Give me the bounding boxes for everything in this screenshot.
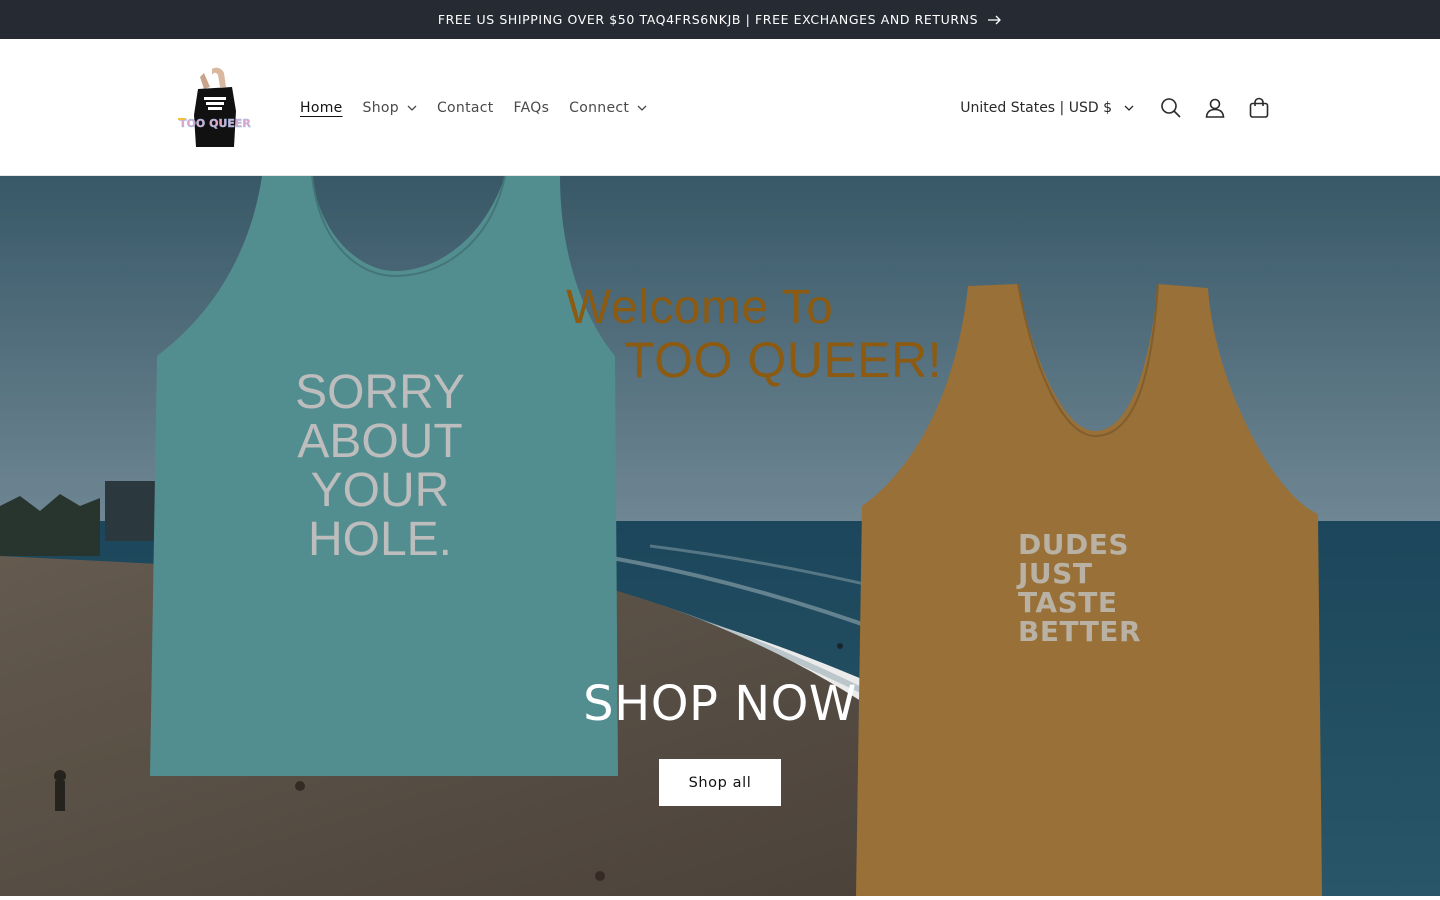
site-header: TOO QUEER Home Shop Contact FAQs Connect… <box>0 39 1440 176</box>
tank-left-line: YOUR <box>310 464 450 517</box>
nav-shop-label: Shop <box>362 99 399 116</box>
logo[interactable]: TOO QUEER <box>176 67 254 149</box>
nav-connect[interactable]: Connect <box>559 100 657 116</box>
logo-text: TOO QUEER <box>179 117 251 130</box>
search-icon <box>1161 97 1181 118</box>
welcome-line-1: Welcome To <box>566 281 834 334</box>
arrow-right-icon <box>988 15 1002 24</box>
account-button[interactable] <box>1202 95 1228 121</box>
chevron-down-icon <box>407 105 417 111</box>
nav-connect-label: Connect <box>569 99 630 116</box>
account-icon <box>1205 98 1225 118</box>
tank-left-line: SORRY <box>295 366 465 419</box>
tank-right-line: BETTER <box>1018 615 1141 648</box>
header-actions: United States | USD $ <box>960 39 1272 176</box>
announcement-text: FREE US SHIPPING OVER $50 TAQ4FRS6NKJB |… <box>437 12 979 27</box>
chevron-down-icon <box>1124 105 1134 111</box>
tank-left-line: HOLE. <box>307 513 453 566</box>
logo-image: TOO QUEER <box>178 67 252 147</box>
nav-contact[interactable]: Contact <box>427 100 504 116</box>
tank-right-line: TASTE <box>1018 586 1118 619</box>
shop-all-button[interactable]: Shop all <box>659 759 781 806</box>
cart-icon <box>1249 97 1269 118</box>
tank-right-line: JUST <box>1018 557 1093 590</box>
hero-banner: Welcome To TOO QUEER! SORRY ABOUT YOUR H… <box>0 176 1440 896</box>
search-button[interactable] <box>1158 95 1184 121</box>
announcement-bar[interactable]: FREE US SHIPPING OVER $50 TAQ4FRS6NKJB |… <box>0 0 1440 39</box>
nav-shop[interactable]: Shop <box>353 100 427 116</box>
nav-faqs[interactable]: FAQs <box>504 100 560 116</box>
tank-left-print: SORRY ABOUT YOUR HOLE. <box>260 368 500 564</box>
nav-contact-label: Contact <box>436 99 494 116</box>
tank-left-line: ABOUT <box>297 415 463 468</box>
welcome-line-2: TOO QUEER! <box>624 332 943 388</box>
tank-right-line: DUDES <box>1018 528 1130 561</box>
country-selector[interactable]: United States | USD $ <box>960 100 1134 116</box>
main-nav: Home Shop Contact FAQs Connect <box>290 39 657 176</box>
country-selector-label: United States | USD $ <box>960 99 1112 116</box>
chevron-down-icon <box>637 105 647 111</box>
tank-right-print: DUDES JUST TASTE BETTER <box>1018 530 1198 646</box>
cart-button[interactable] <box>1246 95 1272 121</box>
nav-faqs-label: FAQs <box>513 99 550 116</box>
nav-home-label: Home <box>300 99 343 116</box>
hero-title: SHOP NOW <box>583 676 857 732</box>
nav-home[interactable]: Home <box>290 100 353 116</box>
